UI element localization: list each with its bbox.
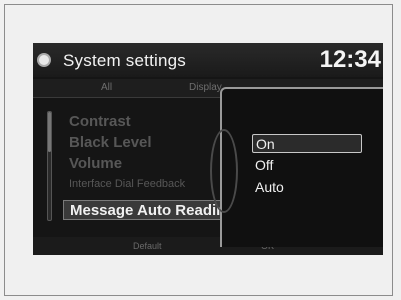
menu-scrollbar[interactable] <box>47 111 52 221</box>
scroll-thumb[interactable] <box>48 112 51 152</box>
navigation-screen: System settings 12:34 All Display Contra… <box>33 43 383 255</box>
option-on[interactable]: On <box>252 134 362 153</box>
tab-all[interactable]: All <box>101 82 112 93</box>
menu-item-black-level[interactable]: Black Level <box>69 134 152 151</box>
option-off[interactable]: Off <box>252 156 362 175</box>
option-auto[interactable]: Auto <box>252 178 362 197</box>
gear-icon <box>39 55 49 65</box>
page-title: System settings <box>63 51 186 70</box>
menu-item-contrast[interactable]: Contrast <box>69 113 131 130</box>
default-button[interactable]: Default <box>133 241 162 251</box>
options-popup: On Off Auto <box>210 87 383 247</box>
clock: 12:34 <box>319 46 381 73</box>
menu-item-volume[interactable]: Volume <box>69 155 122 172</box>
menu-item-interface-dial-feedback[interactable]: Interface Dial Feedback <box>69 178 185 190</box>
tab-display[interactable]: Display <box>189 82 222 93</box>
dial-arc-decoration <box>210 129 238 213</box>
title-bar: System settings 12:34 <box>33 43 383 77</box>
